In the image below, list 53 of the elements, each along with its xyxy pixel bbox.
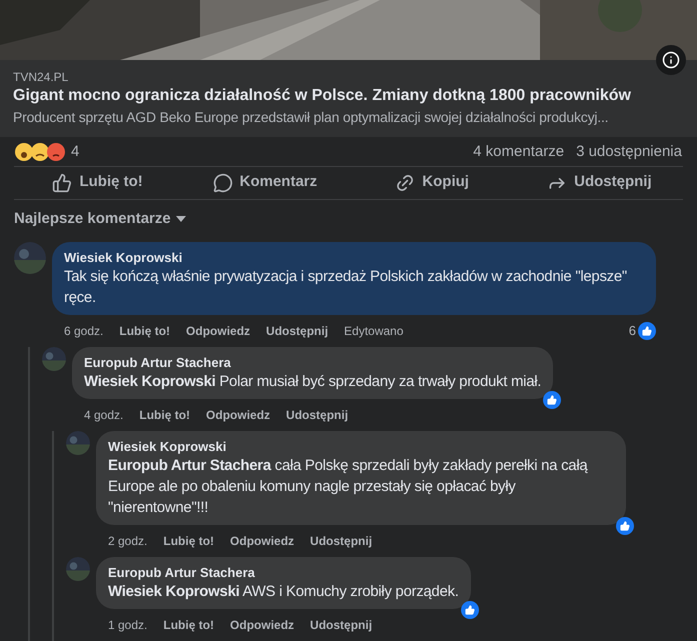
like-reaction-icon xyxy=(616,517,634,535)
reply-link[interactable]: Odpowiedz xyxy=(230,532,294,550)
comment-text: Europub Artur Stachera cała Polskę sprzedali były zakłady perełki na całą Europe ale po obaleniu komuny nagle przestały się opłacać były "nierentowne"!!! xyxy=(108,456,589,518)
speech-bubble-icon xyxy=(212,172,233,193)
info-icon xyxy=(662,51,680,69)
share-link[interactable]: Udostępnij xyxy=(310,532,372,550)
link-description: Producent sprzętu AGD Beko Europe przedstawił plan optymalizacji swojej działalności produkcyj... xyxy=(13,108,610,127)
share-count[interactable]: 3 udostępnienia xyxy=(576,140,682,164)
reply-link[interactable]: Odpowiedz xyxy=(186,322,250,340)
like-link[interactable]: Lubię to! xyxy=(163,616,214,634)
comment-count[interactable]: 4 komentarze xyxy=(473,140,564,164)
post-action-button[interactable]: Kopiuj xyxy=(348,166,516,198)
link-source: TVN24.PL xyxy=(13,69,70,85)
post-action-button[interactable]: Lubię to! xyxy=(14,166,182,198)
comment-author[interactable]: Wiesiek Koprowski xyxy=(64,249,644,266)
like-reaction-icon xyxy=(543,391,562,409)
comment-text: Wiesiek Koprowski Polar musiał być sprzedany za trwały produkt miał. xyxy=(84,372,542,392)
avatar[interactable] xyxy=(66,431,90,455)
sad-reaction-icon xyxy=(31,142,49,161)
link-title: Gigant mocno ogranicza działalność w Polsce. Zmiany dotkną 1800 pracowników xyxy=(13,86,632,106)
like-link[interactable]: Lubię to! xyxy=(163,532,214,550)
avatar[interactable] xyxy=(42,347,66,371)
avatar[interactable] xyxy=(66,557,90,581)
caret-icon xyxy=(176,216,186,222)
comment-text: Wiesiek Koprowski AWS i Komuchy zrobiły porządek. xyxy=(108,582,459,602)
like-link[interactable]: Lubię to! xyxy=(119,322,170,340)
like-reaction-icon xyxy=(638,322,656,340)
like-reaction-icon xyxy=(460,601,479,619)
reply-link[interactable]: Odpowiedz xyxy=(230,616,294,634)
comment-author[interactable]: Europub Artur Stachera xyxy=(84,354,542,371)
avatar[interactable] xyxy=(14,242,46,274)
link-preview[interactable]: TVN24.PL Gigant mocno ogranicza działalność w Polsce. Zmiany dotkną 1800 pracowników Producent sprzętu AGD Beko Europe przedstawił plan optymalizacji swojej działalności produkcyj... xyxy=(0,60,697,137)
thumbs-up-icon xyxy=(52,172,72,193)
comment-author[interactable]: Wiesiek Koprowski xyxy=(108,438,614,455)
post-action-button[interactable]: Udostępnij xyxy=(516,166,683,198)
reaction-count[interactable]: 4 xyxy=(71,140,80,164)
angry-reaction-icon xyxy=(47,142,65,161)
sort-dropdown[interactable]: Najlepsze komentarze xyxy=(14,208,186,230)
comment-text: Tak się kończą właśnie prywatyzacja i sprzedaż Polskich zakładów w zachodnie "lepsze" ręce. xyxy=(64,267,628,308)
comment-time[interactable]: 1 godz. xyxy=(108,616,148,634)
comment-time[interactable]: 6 godz. xyxy=(64,322,104,340)
edited-label: Edytowano xyxy=(344,323,404,340)
comment-time[interactable]: 4 godz. xyxy=(84,406,124,424)
share-link[interactable]: Udostępnij xyxy=(310,616,372,634)
post-action-button[interactable]: Komentarz xyxy=(181,166,348,198)
reply-link[interactable]: Odpowiedz xyxy=(206,406,270,424)
wow-reaction-icon xyxy=(15,142,33,161)
like-link[interactable]: Lubię to! xyxy=(139,406,190,424)
comment-time[interactable]: 2 godz. xyxy=(108,532,148,550)
like-count: 6 xyxy=(628,322,636,340)
share-link[interactable]: Udostępnij xyxy=(266,322,328,340)
share-link[interactable]: Udostępnij xyxy=(286,406,348,424)
comment-author[interactable]: Europub Artur Stachera xyxy=(108,564,459,581)
